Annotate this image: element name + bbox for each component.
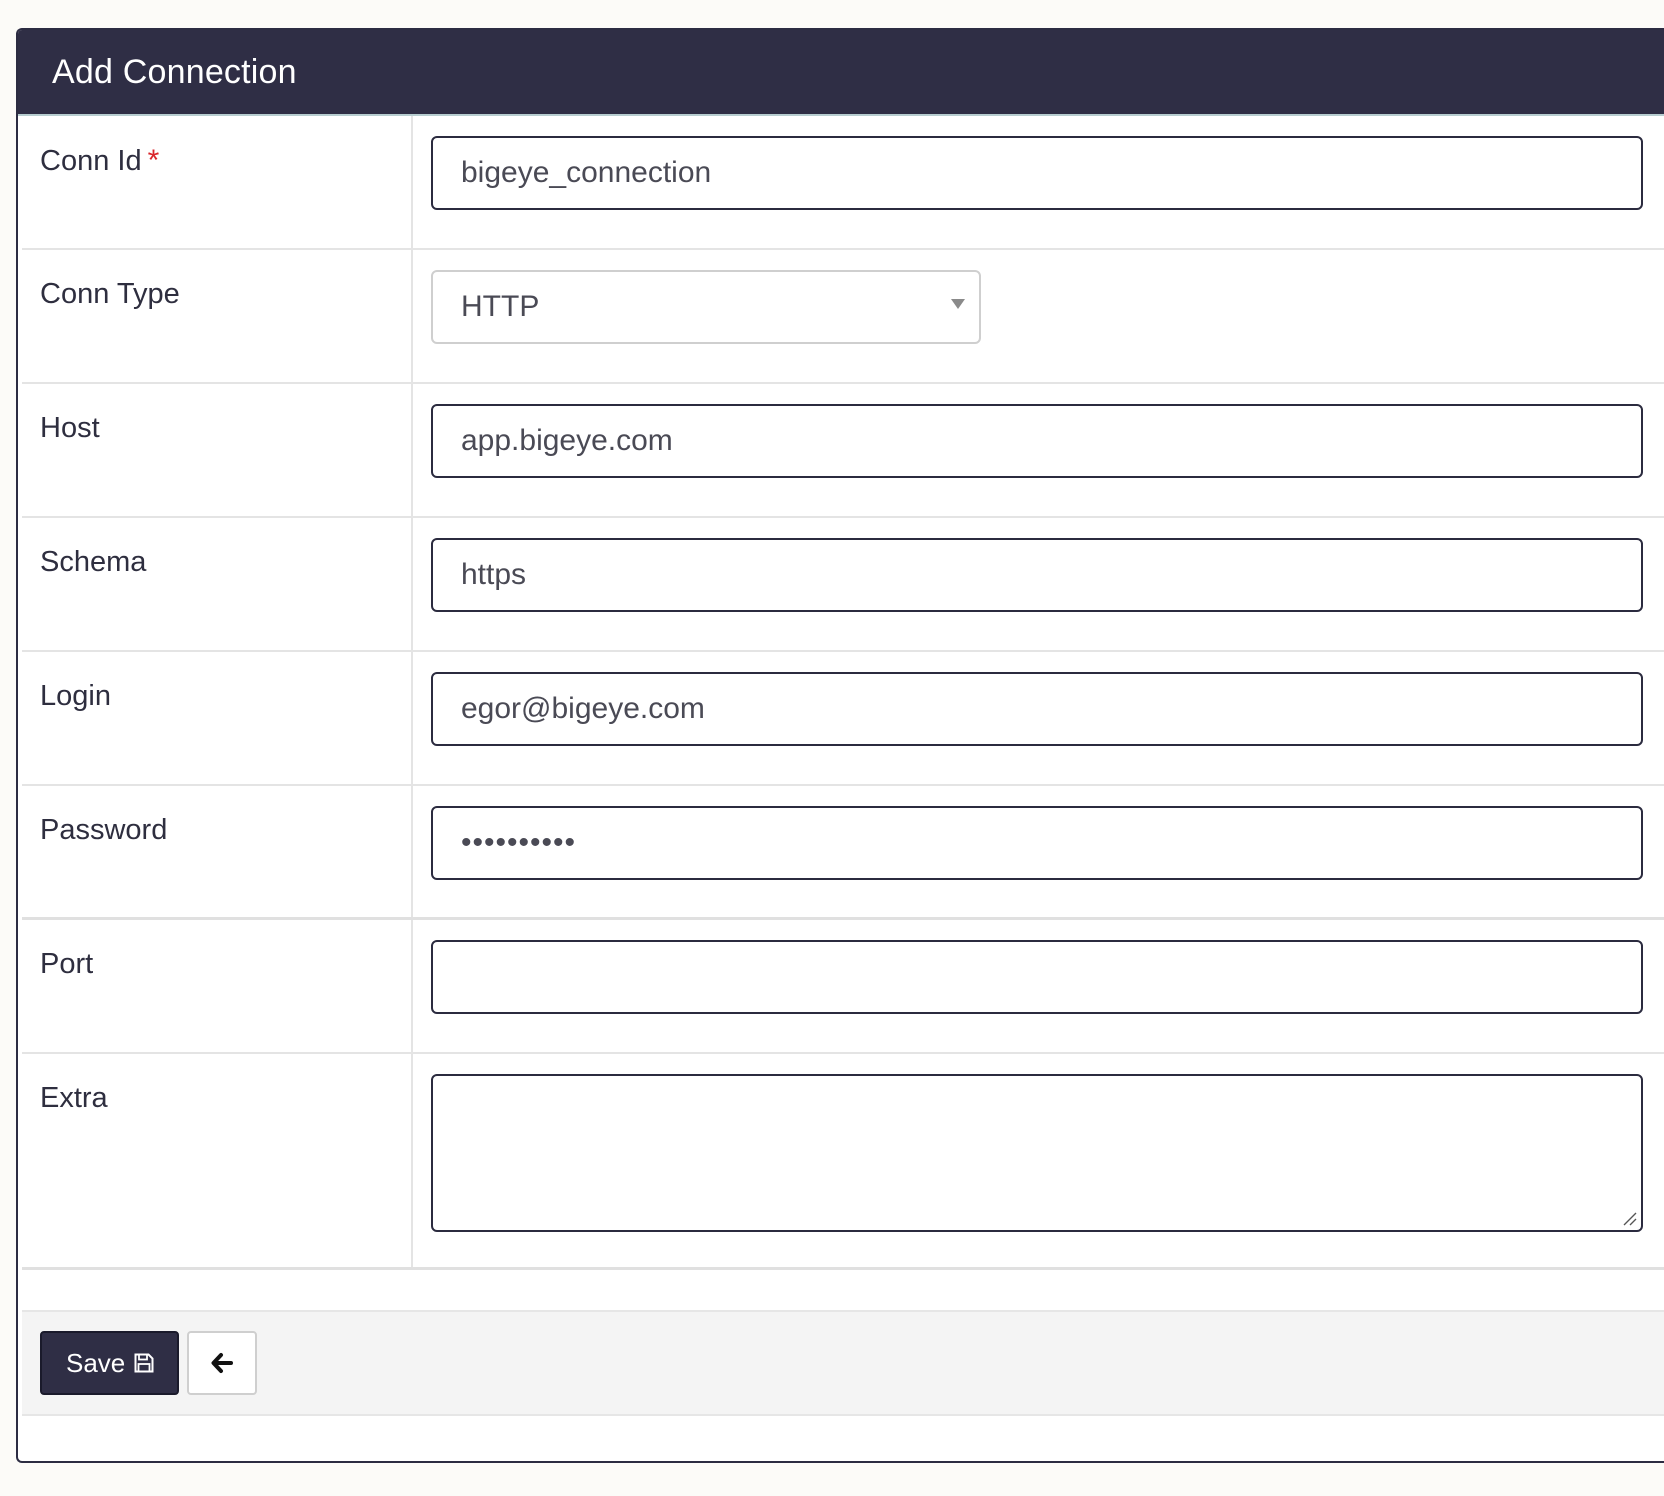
required-marker: * [147, 144, 160, 177]
password-label: Password [40, 814, 168, 846]
form-row-extra: Extra [22, 1054, 1664, 1270]
schema-label: Schema [40, 546, 147, 578]
password-label-cell: Password [22, 786, 413, 917]
form-row-schema: Schema https [22, 518, 1664, 652]
host-field-cell: app.bigeye.com [413, 384, 1664, 516]
form-row-login: Login egor@bigeye.com [22, 652, 1664, 786]
form-row-host: Host app.bigeye.com [22, 384, 1664, 518]
password-masked-value: •••••••••• [461, 826, 577, 859]
host-label: Host [40, 412, 100, 444]
form-row-conn-id: Conn Id * bigeye_connection [22, 116, 1664, 250]
conn-type-field-cell: HTTP [413, 250, 1664, 382]
save-button[interactable]: Save [40, 1331, 180, 1395]
schema-label-cell: Schema [22, 518, 413, 650]
extra-label-cell: Extra [22, 1054, 413, 1267]
port-label: Port [40, 948, 94, 980]
floppy-disk-icon [134, 1353, 154, 1373]
conn-id-label-cell: Conn Id * [22, 116, 413, 248]
host-input[interactable]: app.bigeye.com [431, 404, 1643, 478]
conn-type-label: Conn Type [40, 278, 180, 310]
resize-grip-icon[interactable] [1621, 1210, 1637, 1226]
form-row-conn-type: Conn Type HTTP [22, 250, 1664, 384]
host-value: app.bigeye.com [461, 424, 673, 457]
schema-value: https [461, 558, 527, 591]
conn-id-label: Conn Id [40, 145, 142, 177]
extra-label: Extra [40, 1082, 108, 1114]
conn-id-value: bigeye_connection [461, 156, 712, 189]
form-row-port: Port [22, 920, 1664, 1054]
page-title: Add Connection [52, 52, 297, 91]
login-input[interactable]: egor@bigeye.com [431, 672, 1643, 746]
form-row-password: Password •••••••••• [22, 786, 1664, 920]
save-button-label: Save [66, 1347, 126, 1378]
add-connection-panel: Add Connection Conn Id * bigeye_connectio… [16, 28, 1664, 1463]
host-label-cell: Host [22, 384, 413, 516]
panel-header: Add Connection [18, 30, 1664, 116]
conn-id-field-cell: bigeye_connection [413, 116, 1664, 248]
conn-id-input[interactable]: bigeye_connection [431, 136, 1643, 210]
arrow-left-icon [211, 1353, 234, 1373]
chevron-down-icon [951, 299, 965, 309]
login-value: egor@bigeye.com [461, 692, 705, 725]
password-input[interactable]: •••••••••• [431, 806, 1643, 880]
port-label-cell: Port [22, 920, 413, 1052]
schema-input[interactable]: https [431, 538, 1643, 612]
login-label: Login [40, 680, 111, 712]
login-field-cell: egor@bigeye.com [413, 652, 1664, 784]
conn-type-selected-value: HTTP [461, 290, 540, 323]
port-field-cell [413, 920, 1664, 1052]
back-button[interactable] [187, 1331, 258, 1395]
extra-field-cell [413, 1054, 1664, 1267]
conn-type-select[interactable]: HTTP [431, 270, 981, 344]
form-actions-bar: Save [22, 1310, 1664, 1416]
extra-textarea[interactable] [431, 1074, 1643, 1232]
schema-field-cell: https [413, 518, 1664, 650]
conn-type-label-cell: Conn Type [22, 250, 413, 382]
password-field-cell: •••••••••• [413, 786, 1664, 917]
login-label-cell: Login [22, 652, 413, 784]
port-input[interactable] [431, 940, 1643, 1014]
